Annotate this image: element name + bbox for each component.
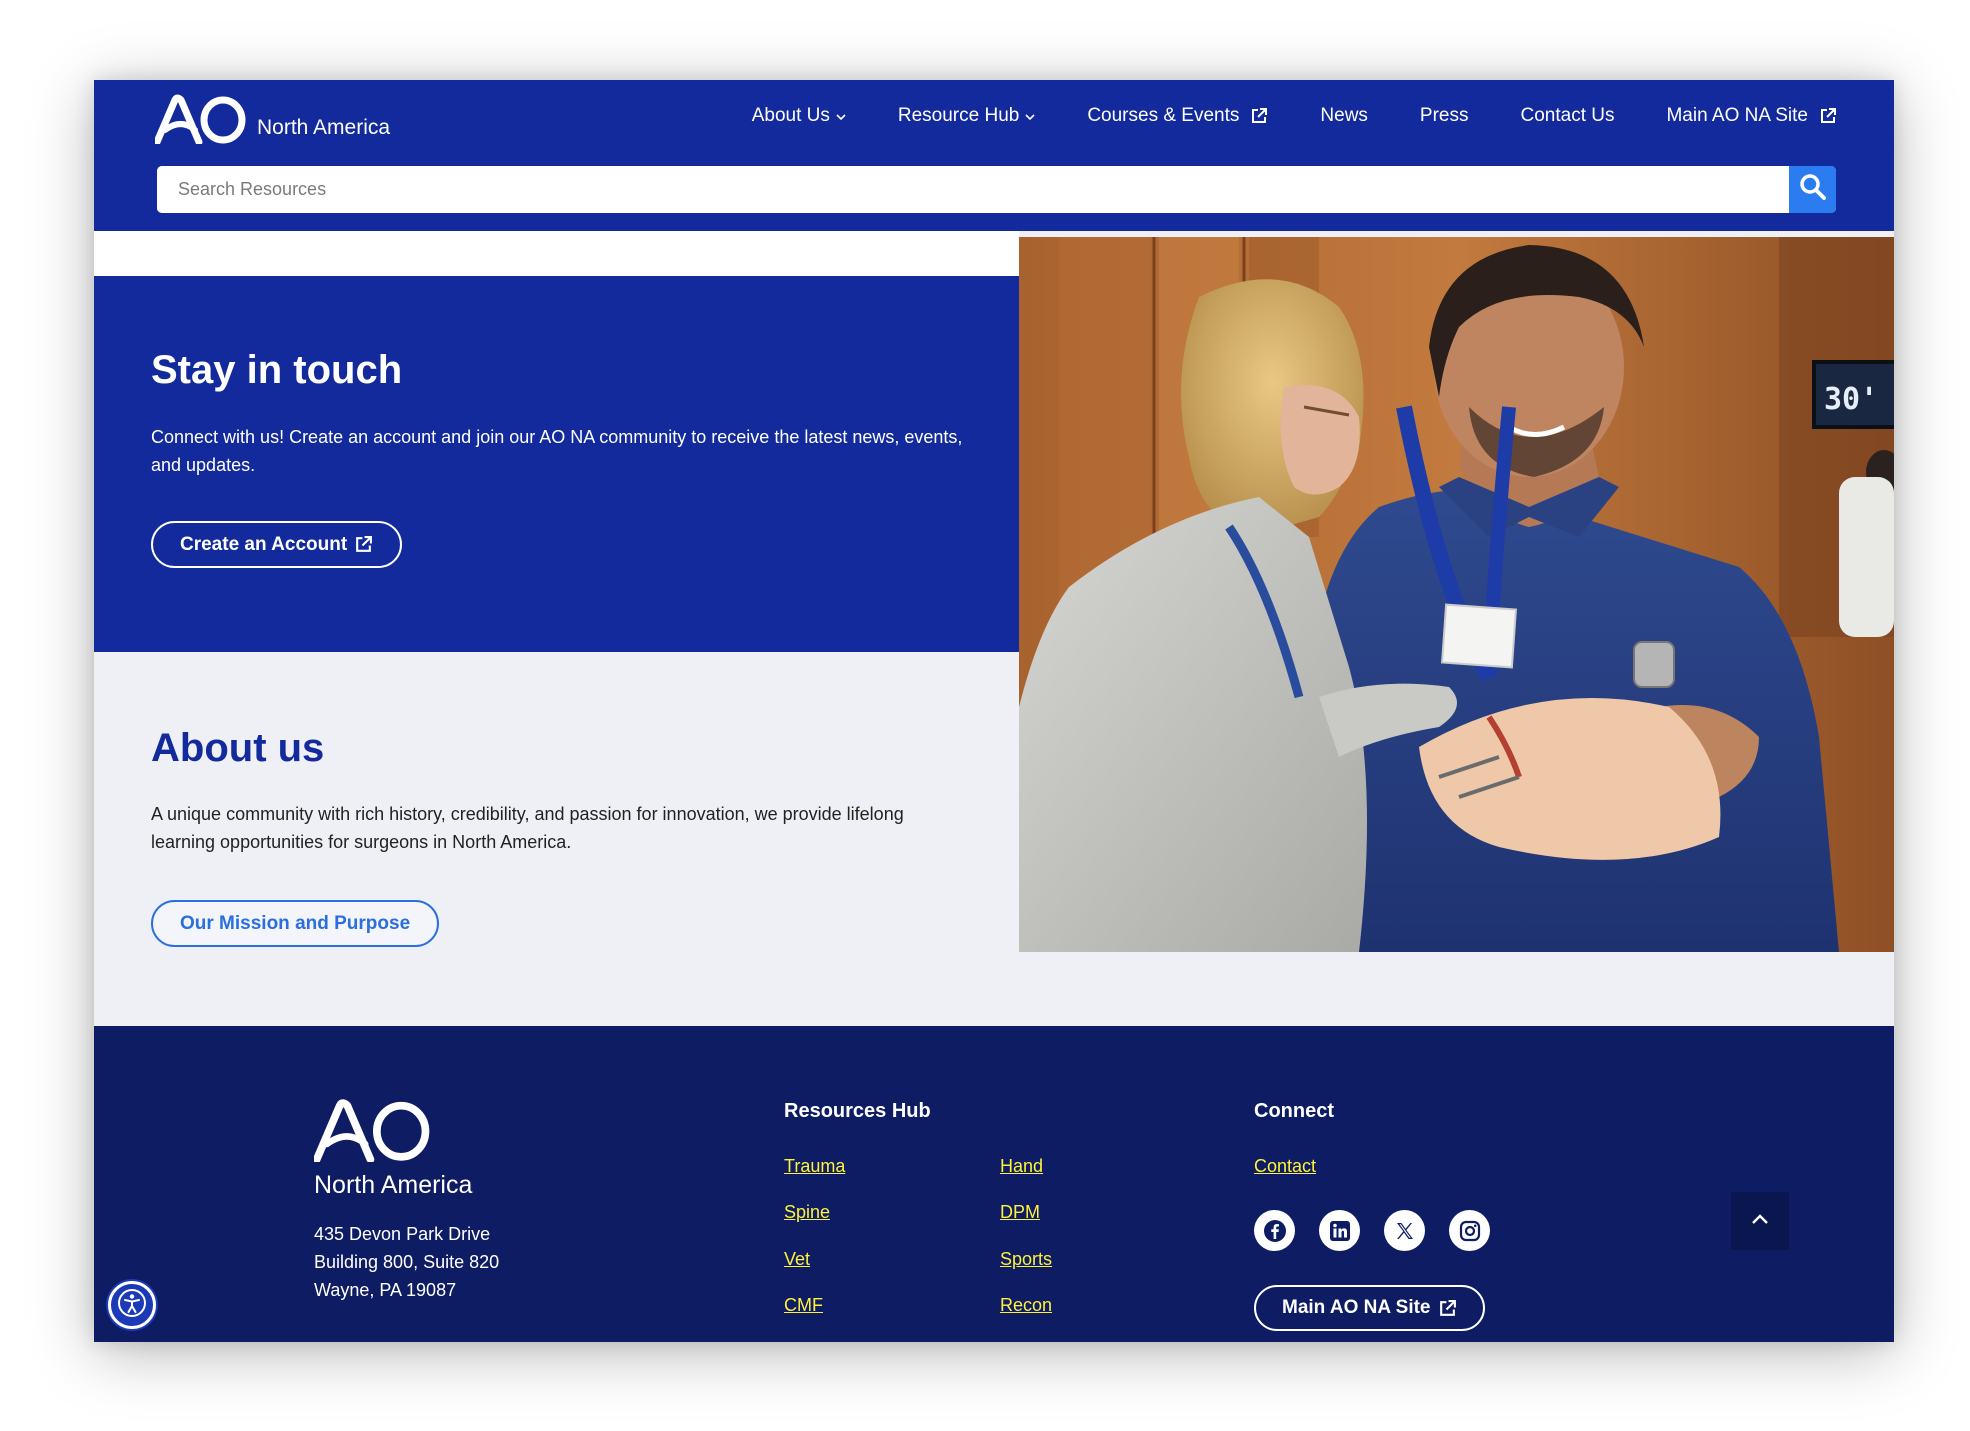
site-footer: North America 435 Devon Park Drive Build… bbox=[94, 1026, 1894, 1342]
ao-logo[interactable] bbox=[155, 88, 247, 144]
search-icon bbox=[1799, 173, 1827, 206]
nav-about-us-label: About Us bbox=[751, 105, 830, 126]
accessibility-icon bbox=[117, 1288, 147, 1323]
site-header: North America About Us Resource Hub Cour… bbox=[94, 80, 1894, 231]
spacer-strip bbox=[94, 231, 1019, 276]
about-title: About us bbox=[151, 726, 325, 770]
logo-subtitle: North America bbox=[257, 116, 391, 139]
nav-news-label: News bbox=[1320, 105, 1368, 126]
about-section: About us A unique community with rich hi… bbox=[94, 652, 1019, 1026]
nav-news[interactable]: News bbox=[1320, 105, 1368, 127]
x-icon[interactable] bbox=[1384, 1210, 1425, 1251]
nav-about-us[interactable]: About Us bbox=[752, 105, 846, 127]
linkedin-icon[interactable] bbox=[1319, 1210, 1360, 1251]
nav-main-site[interactable]: Main AO NA Site bbox=[1666, 105, 1837, 127]
facebook-icon[interactable] bbox=[1254, 1210, 1295, 1251]
nav-contact-us[interactable]: Contact Us bbox=[1521, 105, 1615, 127]
footer-main-site-button[interactable]: Main AO NA Site bbox=[1254, 1285, 1485, 1331]
nav-contact-us-label: Contact Us bbox=[1520, 105, 1615, 126]
footer-link-recon[interactable]: Recon bbox=[1000, 1295, 1052, 1316]
footer-link-dpm[interactable]: DPM bbox=[1000, 1202, 1040, 1223]
external-link-icon bbox=[1250, 107, 1268, 125]
back-to-top-button[interactable] bbox=[1731, 1192, 1789, 1250]
ao-logo-mark bbox=[155, 94, 246, 144]
footer-link-hand[interactable]: Hand bbox=[1000, 1156, 1043, 1177]
chevron-down-icon bbox=[1025, 110, 1035, 124]
nav-main-site-label: Main AO NA Site bbox=[1666, 105, 1808, 126]
workshop-photo: 30' bbox=[1019, 237, 1894, 952]
external-link-icon bbox=[354, 535, 373, 554]
page-frame: North America About Us Resource Hub Cour… bbox=[94, 80, 1894, 1342]
connect-title: Connect bbox=[1254, 1100, 1334, 1122]
footer-logo-subtitle: North America bbox=[314, 1171, 473, 1199]
stay-in-touch-text: Connect with us! Create an account and j… bbox=[151, 427, 963, 475]
nav-resource-hub[interactable]: Resource Hub bbox=[898, 105, 1035, 127]
footer-link-sports[interactable]: Sports bbox=[1000, 1249, 1052, 1270]
instagram-icon[interactable] bbox=[1449, 1210, 1490, 1251]
address-line: Wayne, PA 19087 bbox=[314, 1280, 457, 1300]
footer-link-trauma[interactable]: Trauma bbox=[784, 1156, 845, 1177]
nav-courses-events[interactable]: Courses & Events bbox=[1087, 105, 1268, 127]
nav-press[interactable]: Press bbox=[1420, 105, 1469, 127]
create-account-button[interactable]: Create an Account bbox=[151, 521, 403, 568]
screen-timer-text: 30' bbox=[1824, 382, 1878, 417]
footer-link-cmf[interactable]: CMF bbox=[784, 1295, 823, 1316]
footer-main-site-label: Main AO NA Site bbox=[1282, 1297, 1431, 1318]
stay-in-touch-title: Stay in touch bbox=[151, 348, 403, 392]
mission-purpose-label: Our Mission and Purpose bbox=[180, 912, 411, 934]
nav-press-label: Press bbox=[1419, 105, 1469, 126]
footer-address: 435 Devon Park Drive Building 800, Suite… bbox=[314, 1220, 499, 1304]
address-line: 435 Devon Park Drive bbox=[314, 1224, 491, 1244]
search-button[interactable] bbox=[1789, 166, 1836, 213]
nav-courses-events-label: Courses & Events bbox=[1087, 105, 1240, 126]
about-text: A unique community with rich history, cr… bbox=[151, 804, 904, 852]
accessibility-button[interactable] bbox=[108, 1281, 156, 1329]
search-input[interactable] bbox=[157, 166, 1789, 213]
main-nav: About Us Resource Hub Courses & Events N… bbox=[752, 99, 1837, 133]
footer-ao-logo[interactable] bbox=[312, 1098, 432, 1167]
chevron-down-icon bbox=[836, 110, 846, 124]
footer-link-vet[interactable]: Vet bbox=[784, 1249, 810, 1270]
chevron-up-icon bbox=[1751, 1212, 1769, 1230]
footer-link-contact[interactable]: Contact bbox=[1254, 1156, 1316, 1177]
mission-purpose-button[interactable]: Our Mission and Purpose bbox=[151, 900, 440, 947]
address-line: Building 800, Suite 820 bbox=[314, 1252, 500, 1272]
external-link-icon bbox=[1819, 107, 1837, 125]
external-link-icon bbox=[1438, 1299, 1457, 1318]
stay-in-touch-section: Stay in touch Connect with us! Create an… bbox=[94, 276, 1019, 652]
resources-hub-title: Resources Hub bbox=[784, 1100, 931, 1122]
footer-link-spine[interactable]: Spine bbox=[784, 1202, 830, 1223]
create-account-label: Create an Account bbox=[180, 533, 348, 555]
footer-ao-logo-mark bbox=[312, 1099, 430, 1164]
search-bar bbox=[157, 166, 1836, 213]
nav-resource-hub-label: Resource Hub bbox=[897, 105, 1020, 126]
